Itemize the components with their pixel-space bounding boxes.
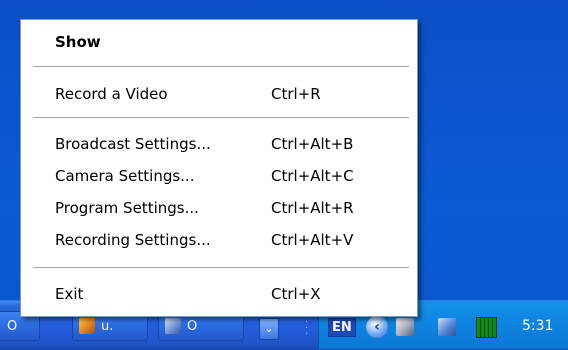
tray-expand-icon[interactable]: ‹ (366, 316, 388, 338)
network-icon[interactable] (438, 318, 456, 336)
menu-item-camera-settings[interactable]: Camera Settings... Ctrl+Alt+C (21, 165, 417, 187)
menu-separator (33, 66, 409, 67)
meter-icon[interactable] (476, 317, 497, 338)
menu-item-record-video[interactable]: Record a Video Ctrl+R (21, 83, 417, 105)
camera-icon[interactable] (396, 318, 414, 336)
menu-item-recording-settings[interactable]: Recording Settings... Ctrl+Alt+V (21, 229, 417, 251)
menu-item-label: Broadcast Settings... (55, 135, 211, 153)
clock[interactable]: 5:31 (522, 318, 553, 334)
menu-item-shortcut: Ctrl+Alt+C (271, 167, 354, 185)
menu-item-label: Record a Video (55, 85, 168, 103)
menu-item-label: Show (55, 33, 101, 51)
menu-item-broadcast-settings[interactable]: Broadcast Settings... Ctrl+Alt+B (21, 133, 417, 155)
menu-separator (33, 117, 409, 118)
menu-separator (33, 267, 409, 268)
menu-item-label: Camera Settings... (55, 167, 195, 185)
menu-item-shortcut: Ctrl+X (271, 285, 321, 303)
menu-item-label: Program Settings... (55, 199, 199, 217)
menu-item-show[interactable]: Show (21, 31, 417, 53)
menu-item-label: Exit (55, 285, 84, 303)
language-indicator[interactable]: EN (328, 318, 356, 337)
menu-item-exit[interactable]: Exit Ctrl+X (21, 283, 417, 305)
toolbar-grip[interactable]: · · · (305, 318, 309, 340)
context-menu: Show Record a Video Ctrl+R Broadcast Set… (20, 19, 418, 317)
menu-item-program-settings[interactable]: Program Settings... Ctrl+Alt+R (21, 197, 417, 219)
menu-item-shortcut: Ctrl+Alt+V (271, 231, 354, 249)
taskbar-button-label: u. (101, 318, 114, 334)
taskbar-button-label: O (187, 318, 198, 334)
menu-item-label: Recording Settings... (55, 231, 211, 249)
menu-item-shortcut: Ctrl+R (271, 85, 321, 103)
taskbar-button-label: O (7, 318, 18, 334)
winamp-icon (79, 318, 95, 334)
menu-item-shortcut: Ctrl+Alt+B (271, 135, 354, 153)
menu-item-shortcut: Ctrl+Alt+R (271, 199, 354, 217)
chevron-down-icon[interactable]: ⌄ (259, 318, 279, 340)
app-icon (165, 318, 181, 334)
